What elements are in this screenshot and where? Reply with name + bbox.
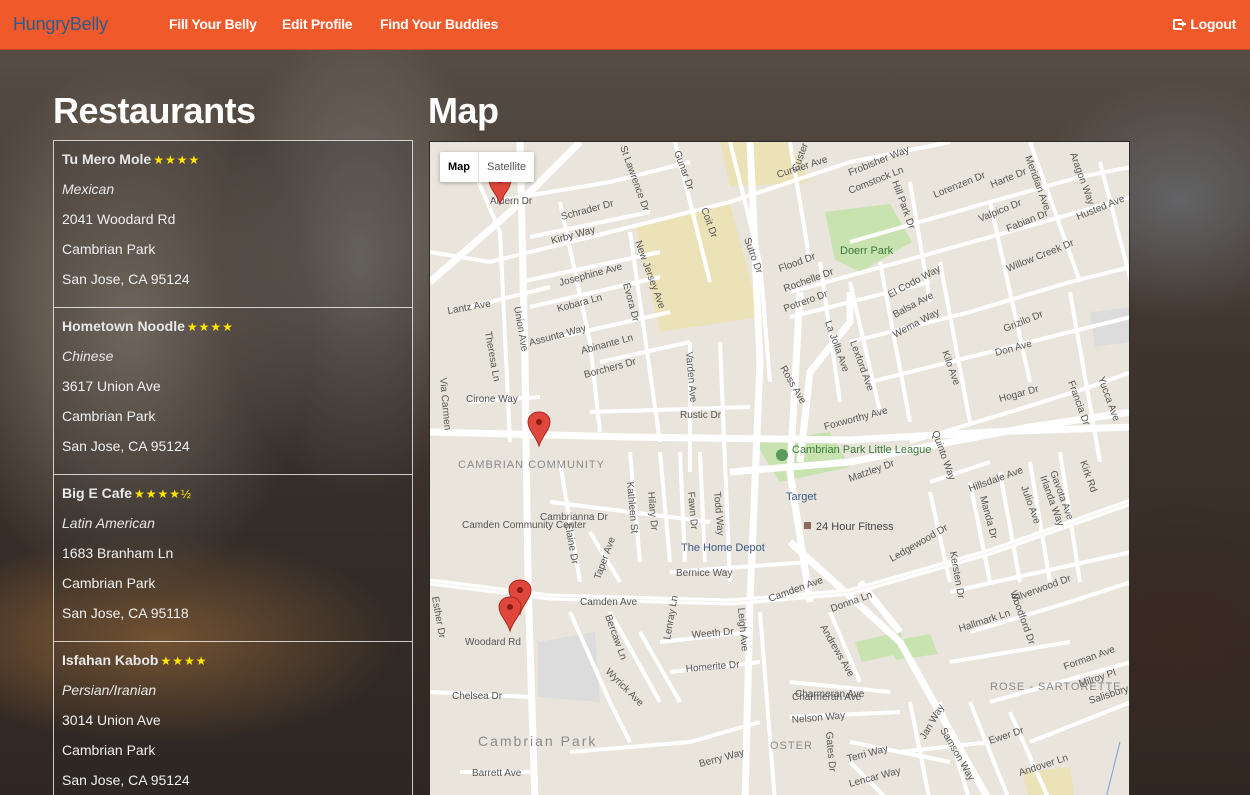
map-type-control: Map Satellite xyxy=(440,152,535,182)
restaurant-cuisine: Mexican xyxy=(62,181,115,197)
restaurants-heading: Restaurants xyxy=(53,90,256,131)
area-label: Cambrian Park xyxy=(478,733,597,749)
restaurant-name[interactable]: Hometown Noodle xyxy=(62,318,185,334)
map-type-satellite-button[interactable]: Satellite xyxy=(478,152,534,182)
svg-text:Camden Ave: Camden Ave xyxy=(580,597,638,608)
area-label: CAMBRIAN COMMUNITY xyxy=(458,459,605,471)
restaurant-street: 3617 Union Ave xyxy=(62,378,161,394)
svg-text:Bernice Way: Bernice Way xyxy=(676,568,732,579)
poi-label[interactable]: Target xyxy=(786,491,817,503)
map-panel[interactable]: CAMBRIAN COMMUNITY Cambrian Park ROSE - … xyxy=(429,141,1130,795)
restaurant-city: San Jose, CA 95124 xyxy=(62,271,190,287)
restaurant-name[interactable]: Big E Cafe xyxy=(62,485,132,501)
restaurant-cuisine: Chinese xyxy=(62,348,114,364)
star-rating: ★★★★ xyxy=(160,654,208,668)
restaurant-street: 1683 Branham Ln xyxy=(62,545,174,561)
restaurant-name[interactable]: Tu Mero Mole xyxy=(62,151,151,167)
map-heading: Map xyxy=(428,90,499,131)
restaurant-list: Tu Mero Mole ★★★★ Mexican 2041 Woodard Rd… xyxy=(53,140,413,795)
restaurant-city: San Jose, CA 95118 xyxy=(62,605,189,621)
map-type-map-button[interactable]: Map xyxy=(440,152,478,182)
restaurant-card[interactable]: Isfahan Kabob ★★★★ Persian/Iranian 3014 U… xyxy=(54,642,412,795)
restaurant-name[interactable]: Isfahan Kabob xyxy=(62,652,158,668)
top-navbar: HungryBelly Fill Your Belly Edit Profile… xyxy=(0,0,1250,50)
svg-text:Woodard Rd: Woodard Rd xyxy=(465,637,521,648)
restaurant-area: Cambrian Park xyxy=(62,241,156,257)
restaurant-city: San Jose, CA 95124 xyxy=(62,772,190,788)
restaurant-city: San Jose, CA 95124 xyxy=(62,438,190,454)
poi-label[interactable]: Doerr Park xyxy=(840,245,894,257)
map-canvas[interactable]: CAMBRIAN COMMUNITY Cambrian Park ROSE - … xyxy=(430,142,1130,795)
star-rating: ★★★★ xyxy=(186,320,234,334)
restaurant-card[interactable]: Big E Cafe ★★★★½ Latin American 1683 Bran… xyxy=(54,475,412,642)
svg-text:Rustic Dr: Rustic Dr xyxy=(680,410,722,421)
star-rating: ★★★★ xyxy=(153,153,201,167)
svg-text:Chelsea Dr: Chelsea Dr xyxy=(452,691,503,702)
restaurant-area: Cambrian Park xyxy=(62,742,156,758)
restaurant-area: Cambrian Park xyxy=(62,408,156,424)
poi-label[interactable]: Cambrian Park Little League xyxy=(792,444,931,456)
restaurant-card[interactable]: Tu Mero Mole ★★★★ Mexican 2041 Woodard Rd… xyxy=(54,141,412,308)
restaurant-street: 2041 Woodard Rd xyxy=(62,211,176,227)
svg-text:Aldern Dr: Aldern Dr xyxy=(490,196,533,207)
logout-label: Logout xyxy=(1190,16,1236,32)
star-rating: ★★★★½ xyxy=(134,487,193,501)
restaurant-card[interactable]: Hometown Noodle ★★★★ Chinese 3617 Union A… xyxy=(54,308,412,475)
poi-label[interactable]: The Home Depot xyxy=(681,542,765,554)
nav-fill-your-belly[interactable]: Fill Your Belly xyxy=(169,16,257,32)
logout-icon xyxy=(1173,18,1187,31)
gym-poi-icon xyxy=(804,522,811,529)
svg-text:Cirone Way: Cirone Way xyxy=(466,394,518,405)
nav-find-your-buddies[interactable]: Find Your Buddies xyxy=(380,16,498,32)
poi-label[interactable]: 24 Hour Fitness xyxy=(816,521,894,533)
restaurant-street: 3014 Union Ave xyxy=(62,712,161,728)
restaurant-cuisine: Persian/Iranian xyxy=(62,682,157,698)
area-label: OSTER xyxy=(770,740,813,752)
restaurant-cuisine: Latin American xyxy=(62,515,155,531)
restaurant-area: Cambrian Park xyxy=(62,575,156,591)
nav-edit-profile[interactable]: Edit Profile xyxy=(282,16,353,32)
svg-text:Cambrianna Dr: Cambrianna Dr xyxy=(540,512,608,523)
logout-button[interactable]: Logout xyxy=(1173,16,1236,32)
brand-logo-link[interactable]: HungryBelly xyxy=(13,14,108,35)
svg-text:Charmeran Ave: Charmeran Ave xyxy=(795,689,865,700)
svg-text:Barrett Ave: Barrett Ave xyxy=(472,768,522,779)
park-poi-icon xyxy=(776,449,788,461)
